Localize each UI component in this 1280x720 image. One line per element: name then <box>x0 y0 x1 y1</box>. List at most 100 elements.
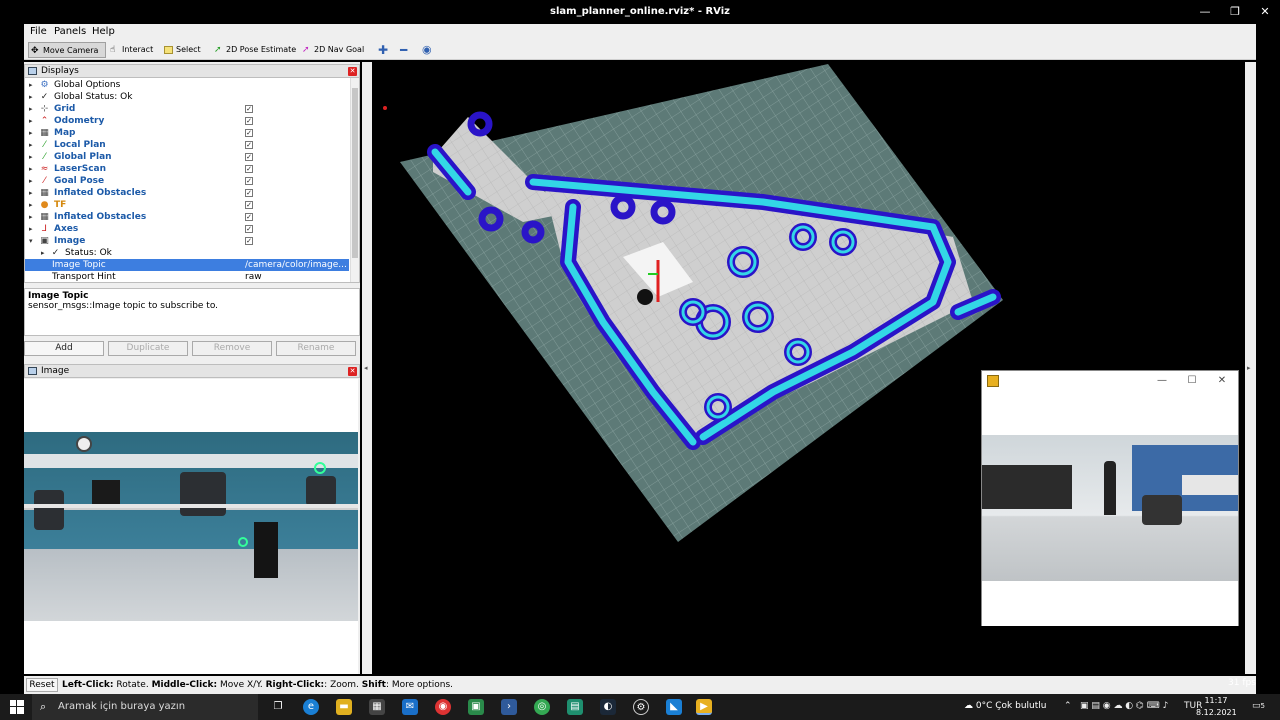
map-checkbox[interactable]: ✓ <box>245 129 253 137</box>
tree-row-odometry[interactable]: ▸ ⌃ Odometry ✓ <box>25 115 349 127</box>
tree-scrollbar[interactable] <box>350 78 359 282</box>
pycharm-icon[interactable]: ▣ <box>468 699 484 715</box>
select-button[interactable]: Select <box>162 42 204 58</box>
pose-estimate-button[interactable]: ➚ 2D Pose Estimate <box>212 42 296 58</box>
laserscan-checkbox[interactable]: ✓ <box>245 165 253 173</box>
goal-pose-checkbox[interactable]: ✓ <box>245 177 253 185</box>
vscode-icon[interactable]: ◣ <box>666 699 682 715</box>
menu-help[interactable]: Help <box>92 26 115 37</box>
move-camera-button[interactable]: ✥ Move Camera <box>28 42 106 58</box>
odometry-checkbox[interactable]: ✓ <box>245 117 253 125</box>
powershell-icon[interactable]: › <box>501 699 517 715</box>
duplicate-button[interactable]: Duplicate <box>108 341 188 356</box>
inflated-obstacles-2-checkbox[interactable]: ✓ <box>245 213 253 221</box>
settings-icon[interactable]: ⚙ <box>633 699 649 715</box>
tree-row-global-status[interactable]: ▸ ✓ Global Status: Ok <box>25 91 349 103</box>
tree-row-global-plan[interactable]: ▸ ⁄ Global Plan ✓ <box>25 151 349 163</box>
grid-checkbox[interactable]: ✓ <box>245 105 253 113</box>
edge-icon[interactable]: e <box>303 699 319 715</box>
tree-row-inflated-obstacles-2[interactable]: ▸ ▦ Inflated Obstacles ✓ <box>25 211 349 223</box>
rename-button[interactable]: Rename <box>276 341 356 356</box>
taskbar-search[interactable]: ⌕ Aramak için buraya yazın <box>32 694 258 720</box>
nav-goal-button[interactable]: ➚ 2D Nav Goal <box>300 42 364 58</box>
local-plan-checkbox[interactable]: ✓ <box>245 141 253 149</box>
axes-checkbox[interactable]: ✓ <box>245 225 253 233</box>
tree-row-inflated-obstacles[interactable]: ▸ ▦ Inflated Obstacles ✓ <box>25 187 349 199</box>
floating-image-window[interactable]: — ☐ ✕ <box>981 370 1239 626</box>
transport-hint-value[interactable]: raw <box>245 271 349 282</box>
remove-button[interactable]: Remove <box>192 341 272 356</box>
expand-arrow-icon[interactable]: ▸ <box>29 223 33 235</box>
remove-tool-icon[interactable]: ━ <box>400 42 414 58</box>
expand-right-icon[interactable]: ▸ <box>1247 364 1251 372</box>
collapse-arrow-icon[interactable]: ▾ <box>29 235 33 247</box>
close-button[interactable]: ✕ <box>1250 4 1280 20</box>
tree-row-laserscan[interactable]: ▸ ≈ LaserScan ✓ <box>25 163 349 175</box>
menu-file[interactable]: File <box>30 26 47 37</box>
terminal-icon[interactable]: ▤ <box>567 699 583 715</box>
expand-arrow-icon[interactable]: ▸ <box>41 247 45 259</box>
expand-arrow-icon[interactable]: ▸ <box>29 115 33 127</box>
restore-button[interactable]: ❐ <box>1220 4 1250 20</box>
tree-row-grid[interactable]: ▸ ⊹ Grid ✓ <box>25 103 349 115</box>
expand-arrow-icon[interactable]: ▸ <box>29 151 33 163</box>
tree-row-local-plan[interactable]: ▸ ⁄ Local Plan ✓ <box>25 139 349 151</box>
mail-icon[interactable]: ✉ <box>402 699 418 715</box>
chrome-icon[interactable]: ◎ <box>534 699 550 715</box>
tree-row-image-status[interactable]: ▸ ✓ Status: Ok <box>25 247 349 259</box>
image-checkbox[interactable]: ✓ <box>245 237 253 245</box>
taskbar-clock[interactable]: 11:17 8.12.2021 <box>1196 695 1237 719</box>
expand-arrow-icon[interactable]: ▸ <box>29 91 33 103</box>
interact-button[interactable]: ☝ Interact <box>108 42 158 58</box>
expand-arrow-icon[interactable]: ▸ <box>29 199 33 211</box>
float-maximize-button[interactable]: ☐ <box>1180 373 1204 389</box>
add-button[interactable]: Add <box>24 341 104 356</box>
expand-arrow-icon[interactable]: ▸ <box>29 163 33 175</box>
collapse-left-icon[interactable]: ◂ <box>364 364 368 372</box>
tree-row-map[interactable]: ▸ ▦ Map ✓ <box>25 127 349 139</box>
tray-app-icons[interactable]: ▣ ▤ ◉ ☁ ◐ ⌬ ⌨ ♪ <box>1080 701 1168 711</box>
minimize-button[interactable]: — <box>1190 4 1220 20</box>
expand-arrow-icon[interactable]: ▸ <box>29 175 33 187</box>
tree-row-goal-pose[interactable]: ▸ ⁄ Goal Pose ✓ <box>25 175 349 187</box>
add-tool-icon[interactable]: ✚ <box>378 42 392 58</box>
task-view-icon[interactable]: ❐ <box>270 699 286 715</box>
displays-tree[interactable]: ▸ ⚙ Global Options ▸ ✓ Global Status: Ok… <box>24 77 360 283</box>
tree-row-tf[interactable]: ▸ ● TF ✓ <box>25 199 349 211</box>
expand-arrow-icon[interactable]: ▸ <box>29 127 33 139</box>
scrollbar-thumb[interactable] <box>352 88 358 258</box>
inflated-obstacles-checkbox[interactable]: ✓ <box>245 189 253 197</box>
camera-view-icon[interactable]: ◉ <box>422 42 436 58</box>
file-explorer-icon[interactable]: ▬ <box>336 699 352 715</box>
tree-row-transport-hint[interactable]: Transport Hint raw <box>25 271 349 282</box>
float-minimize-button[interactable]: — <box>1150 373 1174 389</box>
reset-button[interactable]: Reset <box>26 678 58 692</box>
store-icon[interactable]: ▦ <box>369 699 385 715</box>
float-close-button[interactable]: ✕ <box>1210 373 1234 389</box>
expand-arrow-icon[interactable]: ▸ <box>29 79 33 91</box>
tray-chevron-icon[interactable]: ⌃ <box>1064 701 1072 711</box>
image-panel-close-icon[interactable]: ✕ <box>348 367 357 376</box>
image-topic-value[interactable]: /camera/color/image... <box>245 259 349 271</box>
right-dock-strip[interactable]: ▸ <box>1245 62 1256 674</box>
tree-row-global-options[interactable]: ▸ ⚙ Global Options <box>25 79 349 91</box>
expand-arrow-icon[interactable]: ▸ <box>29 211 33 223</box>
weather-widget[interactable]: ☁ 0°C Çok bulutlu <box>964 701 1046 711</box>
expand-arrow-icon[interactable]: ▸ <box>29 187 33 199</box>
steam-icon[interactable]: ◐ <box>600 699 616 715</box>
displays-close-icon[interactable]: ✕ <box>348 67 357 76</box>
notification-icon[interactable]: ▭5 <box>1252 701 1265 711</box>
global-plan-checkbox[interactable]: ✓ <box>245 153 253 161</box>
menu-panels[interactable]: Panels <box>54 26 86 37</box>
rviz-taskbar-icon[interactable]: ▶ <box>696 699 712 715</box>
windows-start-icon[interactable] <box>10 700 24 714</box>
tree-row-image[interactable]: ▾ ▣ Image ✓ <box>25 235 349 247</box>
browser-icon[interactable]: ◉ <box>435 699 451 715</box>
dock-splitter[interactable]: ◂ <box>362 62 372 674</box>
tree-row-axes[interactable]: ▸ ⅃ Axes ✓ <box>25 223 349 235</box>
floating-window-titlebar[interactable]: — ☐ ✕ <box>982 371 1238 391</box>
expand-arrow-icon[interactable]: ▸ <box>29 139 33 151</box>
tf-checkbox[interactable]: ✓ <box>245 201 253 209</box>
tree-row-image-topic[interactable]: Image Topic /camera/color/image... <box>25 259 349 271</box>
expand-arrow-icon[interactable]: ▸ <box>29 103 33 115</box>
